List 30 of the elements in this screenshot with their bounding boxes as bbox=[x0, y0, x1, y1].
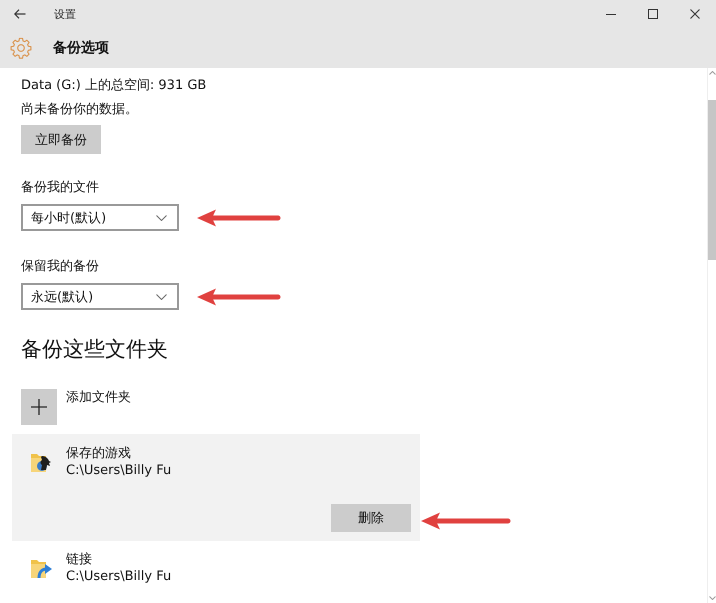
add-folder-button[interactable]: 添加文件夹 bbox=[21, 389, 131, 425]
folder-path: C:\Users\Billy Fu bbox=[66, 568, 172, 585]
folder-path: C:\Users\Billy Fu bbox=[66, 462, 172, 479]
remove-button[interactable]: 删除 bbox=[331, 504, 411, 532]
dropdown[interactable]: 永远(默认) bbox=[21, 283, 179, 310]
folder-name: 保存的游戏 bbox=[66, 445, 132, 462]
scroll-up-icon[interactable] bbox=[708, 71, 716, 75]
backup-now-button[interactable]: 立即备份 bbox=[21, 125, 101, 154]
folder-item[interactable]: 链接 C:\Users\Billy Fu bbox=[12, 541, 420, 594]
section-heading: 备份这些文件夹 bbox=[21, 336, 169, 363]
chevron-icon bbox=[156, 294, 167, 300]
page-title: 备份选项 bbox=[53, 39, 109, 57]
folder-icon bbox=[30, 451, 52, 474]
dropdown[interactable]: 每小时(默认) bbox=[21, 204, 179, 231]
folder-name: 链接 bbox=[66, 551, 93, 568]
setting-label: 保留我的备份 bbox=[21, 258, 100, 276]
folder-arrow-icon bbox=[30, 557, 52, 580]
folder-item[interactable]: 保存的游戏 C:\Users\Billy Fu 删除 bbox=[12, 434, 420, 541]
plus-icon bbox=[21, 389, 57, 425]
maximize-icon[interactable] bbox=[648, 9, 658, 19]
close-icon[interactable] bbox=[690, 9, 700, 19]
window-title: 设置 bbox=[54, 6, 76, 22]
settings-icon bbox=[10, 37, 32, 59]
back-icon[interactable] bbox=[14, 9, 26, 19]
backup-status-text: 尚未备份你的数据。 bbox=[21, 101, 139, 119]
scrollbar-thumb[interactable] bbox=[708, 100, 716, 260]
scroll-down-icon[interactable] bbox=[708, 596, 716, 600]
setting-label: 备份我的文件 bbox=[21, 179, 100, 197]
chevron-icon bbox=[156, 214, 167, 220]
drive-space-text: Data (G:) 上的总空间: 931 GB bbox=[21, 77, 208, 95]
